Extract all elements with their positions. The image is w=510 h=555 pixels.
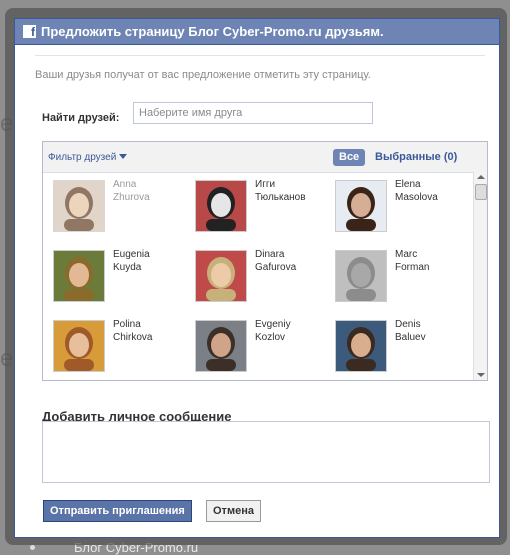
chevron-down-icon (119, 154, 128, 159)
facebook-icon: f (23, 25, 36, 38)
suggest-page-dialog: f Предложить страницу Блог Cyber-Promo.r… (14, 18, 500, 538)
friend-item[interactable]: Evgeniy Kozlov (185, 312, 325, 374)
friend-name: Evgeniy Kozlov (255, 318, 323, 344)
friend-last-name: Тюльканов (255, 192, 306, 203)
friend-first-name: Denis (395, 319, 421, 330)
personal-message-field[interactable] (42, 421, 490, 483)
scroll-thumb[interactable] (475, 184, 487, 200)
friends-filter-label: Фильтр друзей (48, 152, 117, 163)
friend-item[interactable]: Игги Тюльканов (185, 172, 325, 234)
dialog-titlebar: f Предложить страницу Блог Cyber-Promo.r… (15, 19, 499, 45)
scroll-down-icon[interactable] (477, 373, 485, 377)
friend-first-name: Игги (255, 179, 276, 190)
send-invitations-button[interactable]: Отправить приглашения (43, 500, 192, 522)
friend-last-name: Forman (395, 262, 430, 273)
friend-item[interactable]: Dinara Gafurova (185, 242, 325, 304)
intro-text: Ваши друзья получат от вас предложение о… (35, 69, 371, 81)
friend-first-name: Dinara (255, 249, 285, 260)
friend-avatar (53, 180, 105, 232)
friend-last-name: Chirkova (113, 332, 153, 343)
friend-first-name: Elena (395, 179, 421, 190)
friend-name: Dinara Gafurova (255, 248, 323, 274)
friend-first-name: Eugenia (113, 249, 150, 260)
bullet-icon (30, 545, 35, 550)
friend-name: Denis Baluev (395, 318, 463, 344)
friend-last-name: Baluev (395, 332, 426, 343)
friend-item[interactable]: Polina Chirkova (43, 312, 183, 374)
friend-first-name: Marc (395, 249, 418, 260)
friend-avatar (195, 180, 247, 232)
friend-item[interactable]: Elena Masolova (325, 172, 465, 234)
friend-last-name: Kuyda (113, 262, 142, 273)
friend-last-name: Masolova (395, 192, 438, 203)
friend-item[interactable]: Marc Forman (325, 242, 465, 304)
friends-selector: Фильтр друзей Все Выбранные (0) Anna Zhur… (42, 141, 488, 381)
friend-first-name: Evgeniy (255, 319, 291, 330)
find-friends-input[interactable] (133, 102, 373, 124)
friend-avatar (195, 320, 247, 372)
scroll-up-icon[interactable] (477, 175, 485, 179)
friends-filter-dropdown[interactable]: Фильтр друзей (48, 152, 128, 163)
friend-name: Elena Masolova (395, 178, 463, 204)
friend-name: Polina Chirkova (113, 318, 181, 344)
friend-item[interactable]: Denis Baluev (325, 312, 465, 374)
friend-avatar (335, 250, 387, 302)
find-friends-label: Найти друзей: (42, 112, 120, 124)
filter-bar: Фильтр друзей Все Выбранные (0) (43, 142, 487, 173)
friend-first-name: Anna (113, 179, 137, 190)
friend-name: Игги Тюльканов (255, 178, 323, 204)
friend-avatar (53, 320, 105, 372)
friend-item[interactable]: Anna Zhurova (43, 172, 183, 234)
friend-last-name: Gafurova (255, 262, 297, 273)
friends-grid: Anna Zhurova Игги Тюльканов Elena Masolova Eug… (43, 172, 473, 380)
tab-selected[interactable]: Выбранные (0) (375, 151, 457, 163)
friend-item[interactable]: Eugenia Kuyda (43, 242, 183, 304)
friend-avatar (53, 250, 105, 302)
friend-name: Anna Zhurova (113, 178, 181, 204)
friend-first-name: Polina (113, 319, 141, 330)
friend-last-name: Zhurova (113, 192, 150, 203)
friend-avatar (335, 320, 387, 372)
friend-last-name: Kozlov (255, 332, 286, 343)
friend-name: Marc Forman (395, 248, 463, 274)
friends-scrollbar[interactable] (473, 172, 487, 380)
friend-name: Eugenia Kuyda (113, 248, 181, 274)
cancel-button[interactable]: Отмена (206, 500, 261, 522)
friend-avatar (335, 180, 387, 232)
tab-all[interactable]: Все (333, 149, 366, 166)
dialog-title: Предложить страницу Блог Cyber-Promo.ru … (41, 24, 384, 39)
friend-avatar (195, 250, 247, 302)
divider (35, 55, 485, 56)
